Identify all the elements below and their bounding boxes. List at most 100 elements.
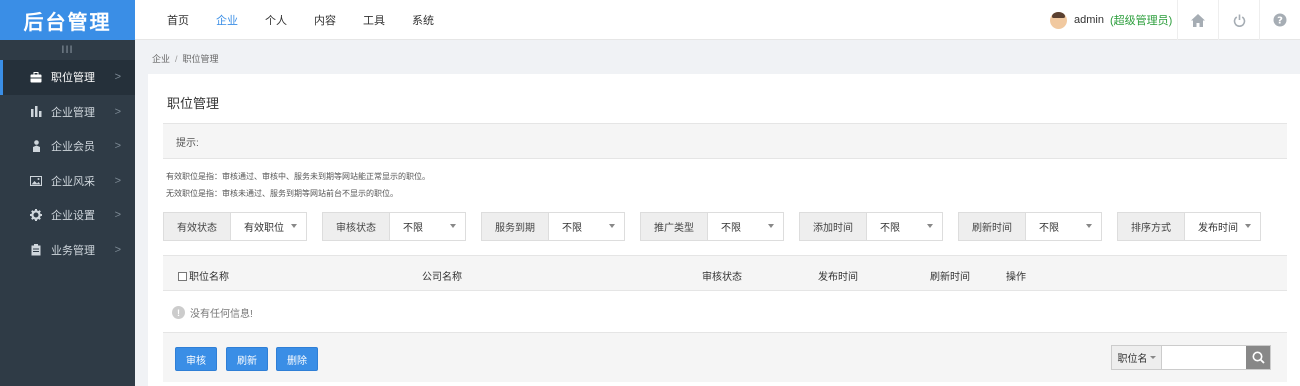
filter-label: 添加时间 [800,213,867,240]
sidebar-item-company-management[interactable]: 企业管理 > [0,95,135,130]
search-input[interactable] [1162,346,1246,369]
filter-valid-status[interactable]: 有效状态 有效职位 [163,212,307,241]
avatar [1050,11,1067,29]
breadcrumb: 企业 / 职位管理 [152,52,219,65]
filter-value: 有效职位 [244,223,284,234]
empty-message: ! 没有任何信息! [172,305,253,320]
column-publish-time: 发布时间 [818,272,858,283]
chevron-right-icon: > [114,71,121,84]
main-panel: 职位管理 提示: 有效职位是指：审核通过、审核中、服务未到期等网站能正常显示的职… [148,74,1300,386]
sidebar: 后台管理 III 职位管理 > 企业管理 > 企业会员 > 企业风采 > 企业设… [0,0,135,386]
caret-down-icon [1086,224,1092,228]
filter-refresh-time[interactable]: 刷新时间 不限 [958,212,1102,241]
clipboard-icon [30,243,42,256]
filter-select[interactable]: 不限 [708,213,783,240]
refresh-button[interactable]: 刷新 [226,347,268,371]
column-actions: 操作 [1006,272,1026,283]
column-company-name: 公司名称 [422,272,462,283]
nav-content[interactable]: 内容 [314,12,336,28]
nav-personal[interactable]: 个人 [265,12,287,28]
nav-enterprise[interactable]: 企业 [216,12,238,28]
table-header: 职位名称 公司名称 审核状态 发布时间 刷新时间 操作 [163,255,1287,291]
empty-text: 没有任何信息! [190,309,253,320]
user-menu[interactable]: admin (超级管理员) [1050,0,1172,40]
chevron-right-icon: > [114,243,121,256]
chevron-right-icon: > [114,105,121,118]
sidebar-item-label: 企业风采 [51,175,95,188]
help-icon[interactable]: ? [1259,0,1300,40]
tip-label: 提示: [176,137,199,149]
filter-service-expiry[interactable]: 服务到期 不限 [481,212,625,241]
chevron-right-icon: > [114,209,121,222]
sidebar-item-label: 企业设置 [51,210,95,223]
filter-label: 审核状态 [323,213,390,240]
breadcrumb-separator: / [175,54,178,64]
sidebar-collapse-toggle[interactable]: III [0,40,135,60]
nav-tools[interactable]: 工具 [363,12,385,28]
filter-select[interactable]: 发布时间 [1185,213,1260,240]
filter-bar: 有效状态 有效职位 审核状态 不限 服务到期 不限 推广类型 不限 添加时间 不… [163,212,1276,241]
caret-down-icon [1149,356,1156,359]
nav-home[interactable]: 首页 [167,12,189,28]
filter-select[interactable]: 不限 [390,213,465,240]
app-logo: 后台管理 [0,0,135,40]
sidebar-item-label: 业务管理 [51,244,95,257]
gear-icon [30,209,42,222]
filter-select[interactable]: 不限 [549,213,624,240]
filter-select[interactable]: 不限 [1026,213,1101,240]
sidebar-item-business-management[interactable]: 业务管理 > [0,233,135,268]
sidebar-item-label: 企业会员 [51,141,95,154]
image-icon [30,175,42,187]
sidebar-item-company-settings[interactable]: 企业设置 > [0,198,135,233]
column-job-name: 职位名称 [178,268,229,283]
nav-system[interactable]: 系统 [412,12,434,28]
page-title: 职位管理 [167,96,220,111]
filter-select[interactable]: 不限 [867,213,942,240]
filter-value: 不限 [562,223,582,234]
search-box: 职位名 [1111,345,1271,370]
top-icons: ? [1177,0,1300,40]
user-role: (超级管理员) [1109,15,1173,27]
sidebar-item-company-members[interactable]: 企业会员 > [0,129,135,164]
filter-value: 不限 [403,223,423,234]
filter-add-time[interactable]: 添加时间 不限 [799,212,943,241]
user-tie-icon [30,140,42,153]
top-nav: 首页 企业 个人 内容 工具 系统 [167,0,461,40]
filter-label: 服务到期 [482,213,549,240]
filter-label: 刷新时间 [959,213,1026,240]
filter-value: 不限 [880,223,900,234]
sidebar-item-label: 职位管理 [51,72,95,85]
search-field-label: 职位名 [1117,354,1148,365]
svg-text:?: ? [1277,16,1283,27]
delete-button[interactable]: 删除 [276,347,318,371]
filter-label: 有效状态 [164,213,231,240]
filter-value: 不限 [721,223,741,234]
bar-chart-icon [30,106,42,118]
filter-value: 不限 [1039,223,1059,234]
caret-down-icon [609,224,615,228]
action-bar: 审核 刷新 删除 职位名 [163,332,1287,382]
caret-down-icon [450,224,456,228]
power-icon[interactable] [1218,0,1259,40]
caret-down-icon [927,224,933,228]
filter-audit-status[interactable]: 审核状态 不限 [322,212,466,241]
select-all-checkbox[interactable] [178,272,187,281]
sidebar-item-company-gallery[interactable]: 企业风采 > [0,164,135,199]
filter-sort-order[interactable]: 排序方式 发布时间 [1117,212,1261,241]
search-button[interactable] [1246,346,1270,369]
top-bar: 首页 企业 个人 内容 工具 系统 admin (超级管理员) ? [135,0,1300,40]
sidebar-item-job-management[interactable]: 职位管理 > [0,60,135,95]
breadcrumb-parent[interactable]: 企业 [152,54,170,64]
tip-bar: 提示: [163,123,1287,159]
column-audit-status: 审核状态 [702,272,742,283]
search-field-select[interactable]: 职位名 [1112,346,1162,369]
filter-promotion-type[interactable]: 推广类型 不限 [640,212,784,241]
tip-valid-jobs: 有效职位是指：审核通过、审核中、服务未到期等网站能正常显示的职位。 [166,172,430,181]
info-icon: ! [172,306,185,319]
user-name: admin [1074,14,1104,26]
column-refresh-time: 刷新时间 [930,272,970,283]
chevron-right-icon: > [114,140,121,153]
filter-select[interactable]: 有效职位 [231,213,306,240]
audit-button[interactable]: 审核 [175,347,217,371]
home-icon[interactable] [1177,0,1218,40]
